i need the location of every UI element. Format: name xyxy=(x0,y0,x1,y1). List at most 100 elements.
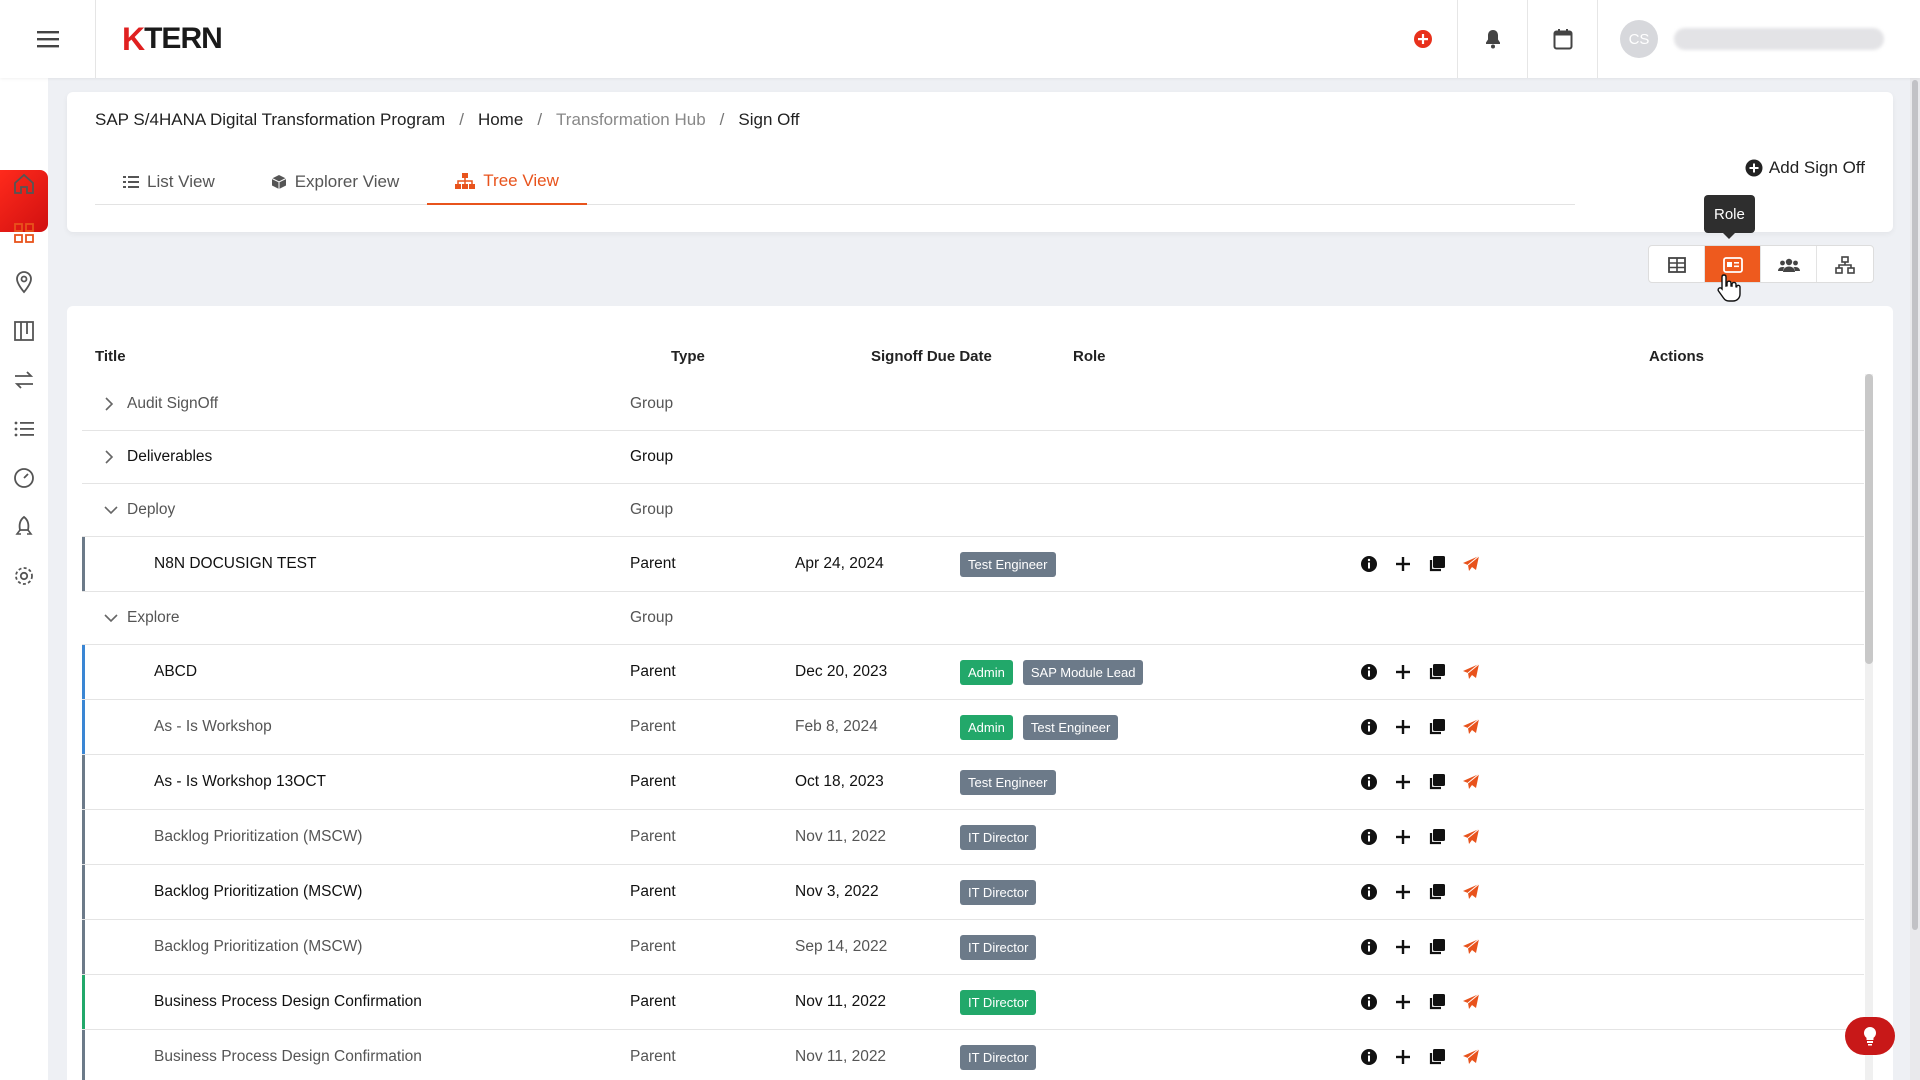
breadcrumb-hub[interactable]: Transformation Hub xyxy=(556,110,706,130)
page-scrollbar-thumb[interactable] xyxy=(1912,80,1918,930)
table-scrollbar[interactable] xyxy=(1865,374,1873,1080)
chevron-down-icon[interactable] xyxy=(104,484,118,536)
user-avatar[interactable]: CS xyxy=(1620,20,1658,58)
group-row[interactable]: Explore Group xyxy=(82,592,1864,645)
add-sign-off-button[interactable]: Add Sign Off xyxy=(1745,158,1865,178)
nav-launch[interactable] xyxy=(12,515,36,539)
nav-transfer[interactable] xyxy=(12,368,36,392)
hierarchy-view-button[interactable] xyxy=(1817,246,1873,282)
send-button[interactable] xyxy=(1461,992,1481,1012)
nav-home[interactable] xyxy=(12,172,36,196)
chevron-right-icon[interactable] xyxy=(104,378,114,430)
table-row[interactable]: Business Process Design Confirmation Pare… xyxy=(82,975,1864,1030)
add-child-button[interactable] xyxy=(1393,992,1413,1012)
info-button[interactable] xyxy=(1359,772,1379,792)
row-title[interactable]: Backlog Prioritization (MSCW) xyxy=(154,810,362,864)
row-title[interactable]: Deliverables xyxy=(127,431,212,483)
send-button[interactable] xyxy=(1461,937,1481,957)
nav-board[interactable] xyxy=(12,319,36,343)
copy-button[interactable] xyxy=(1427,554,1447,574)
copy-button[interactable] xyxy=(1427,717,1447,737)
row-title[interactable]: As - Is Workshop xyxy=(154,700,272,754)
notifications-button[interactable] xyxy=(1458,0,1528,78)
info-button[interactable] xyxy=(1359,662,1379,682)
table-view-button[interactable] xyxy=(1649,246,1705,282)
row-title[interactable]: Audit SignOff xyxy=(127,378,218,430)
breadcrumb-program[interactable]: SAP S/4HANA Digital Transformation Progr… xyxy=(95,110,445,130)
table-row[interactable]: ABCD Parent Dec 20, 2023 Admin SAP Module Le… xyxy=(82,645,1864,700)
add-child-button[interactable] xyxy=(1393,772,1413,792)
row-title[interactable]: N8N DOCUSIGN TEST xyxy=(154,537,317,591)
add-circle-button[interactable] xyxy=(1388,0,1458,78)
send-button[interactable] xyxy=(1461,827,1481,847)
info-button[interactable] xyxy=(1359,882,1379,902)
info-button[interactable] xyxy=(1359,1047,1379,1067)
nav-dashboard[interactable] xyxy=(12,221,36,245)
copy-button[interactable] xyxy=(1427,882,1447,902)
send-button[interactable] xyxy=(1461,662,1481,682)
row-title[interactable]: Deploy xyxy=(127,484,175,536)
send-button[interactable] xyxy=(1461,882,1481,902)
table-row[interactable]: N8N DOCUSIGN TEST Parent Apr 24, 2024 Test … xyxy=(82,537,1864,592)
send-button[interactable] xyxy=(1461,1047,1481,1067)
calendar-button[interactable] xyxy=(1528,0,1598,78)
table-scrollbar-thumb[interactable] xyxy=(1865,374,1873,664)
nav-list[interactable] xyxy=(12,417,36,441)
row-actions xyxy=(1359,1030,1481,1080)
row-title[interactable]: Backlog Prioritization (MSCW) xyxy=(154,865,362,919)
menu-toggle-button[interactable] xyxy=(0,0,96,78)
copy-button[interactable] xyxy=(1427,937,1447,957)
add-child-button[interactable] xyxy=(1393,554,1413,574)
group-row[interactable]: Deliverables Group xyxy=(82,431,1864,484)
page-scrollbar[interactable] xyxy=(1910,78,1920,1080)
info-button[interactable] xyxy=(1359,937,1379,957)
row-title[interactable]: Business Process Design Confirmation xyxy=(154,1030,422,1080)
help-bulb-button[interactable] xyxy=(1845,1017,1895,1055)
table-row[interactable]: As - Is Workshop Parent Feb 8, 2024 Admin Te… xyxy=(82,700,1864,755)
signoff-tree-table: Title Type Signoff Due Date Role Actions… xyxy=(67,306,1893,1080)
info-button[interactable] xyxy=(1359,827,1379,847)
copy-button[interactable] xyxy=(1427,1047,1447,1067)
nav-location[interactable] xyxy=(12,270,36,294)
info-button[interactable] xyxy=(1359,717,1379,737)
chevron-down-icon[interactable] xyxy=(104,592,118,644)
user-name-blurred[interactable] xyxy=(1674,28,1884,50)
group-row[interactable]: Audit SignOff Group xyxy=(82,378,1864,431)
copy-button[interactable] xyxy=(1427,772,1447,792)
breadcrumb-home[interactable]: Home xyxy=(478,110,523,130)
tab-explorer-view[interactable]: Explorer View xyxy=(243,158,428,205)
table-row[interactable]: Backlog Prioritization (MSCW) Parent Nov 3… xyxy=(82,865,1864,920)
chevron-right-icon[interactable] xyxy=(104,431,114,483)
nav-settings[interactable] xyxy=(12,564,36,588)
table-row[interactable]: Backlog Prioritization (MSCW) Parent Nov 1… xyxy=(82,810,1864,865)
copy-button[interactable] xyxy=(1427,827,1447,847)
row-title[interactable]: As - Is Workshop 13OCT xyxy=(154,755,326,809)
plus-icon xyxy=(1393,662,1413,682)
info-button[interactable] xyxy=(1359,554,1379,574)
add-child-button[interactable] xyxy=(1393,1047,1413,1067)
tab-tree-view[interactable]: Tree View xyxy=(427,158,587,205)
row-title[interactable]: Backlog Prioritization (MSCW) xyxy=(154,920,362,974)
nav-gauge[interactable] xyxy=(12,466,36,490)
copy-button[interactable] xyxy=(1427,662,1447,682)
row-title[interactable]: Explore xyxy=(127,592,180,644)
table-row[interactable]: Backlog Prioritization (MSCW) Parent Sep 1… xyxy=(82,920,1864,975)
send-button[interactable] xyxy=(1461,717,1481,737)
table-row[interactable]: As - Is Workshop 13OCT Parent Oct 18, 2023… xyxy=(82,755,1864,810)
add-child-button[interactable] xyxy=(1393,827,1413,847)
group-row[interactable]: Deploy Group xyxy=(82,484,1864,537)
send-button[interactable] xyxy=(1461,772,1481,792)
ktern-logo[interactable]: K TERN xyxy=(122,21,223,58)
row-title[interactable]: ABCD xyxy=(154,645,197,699)
users-view-button[interactable] xyxy=(1761,246,1817,282)
add-child-button[interactable] xyxy=(1393,717,1413,737)
table-row[interactable]: Business Process Design Confirmation Pare… xyxy=(82,1030,1864,1080)
add-child-button[interactable] xyxy=(1393,662,1413,682)
row-title[interactable]: Business Process Design Confirmation xyxy=(154,975,422,1029)
info-button[interactable] xyxy=(1359,992,1379,1012)
add-child-button[interactable] xyxy=(1393,882,1413,902)
send-button[interactable] xyxy=(1461,554,1481,574)
copy-button[interactable] xyxy=(1427,992,1447,1012)
add-child-button[interactable] xyxy=(1393,937,1413,957)
tab-list-view[interactable]: List View xyxy=(95,158,243,205)
